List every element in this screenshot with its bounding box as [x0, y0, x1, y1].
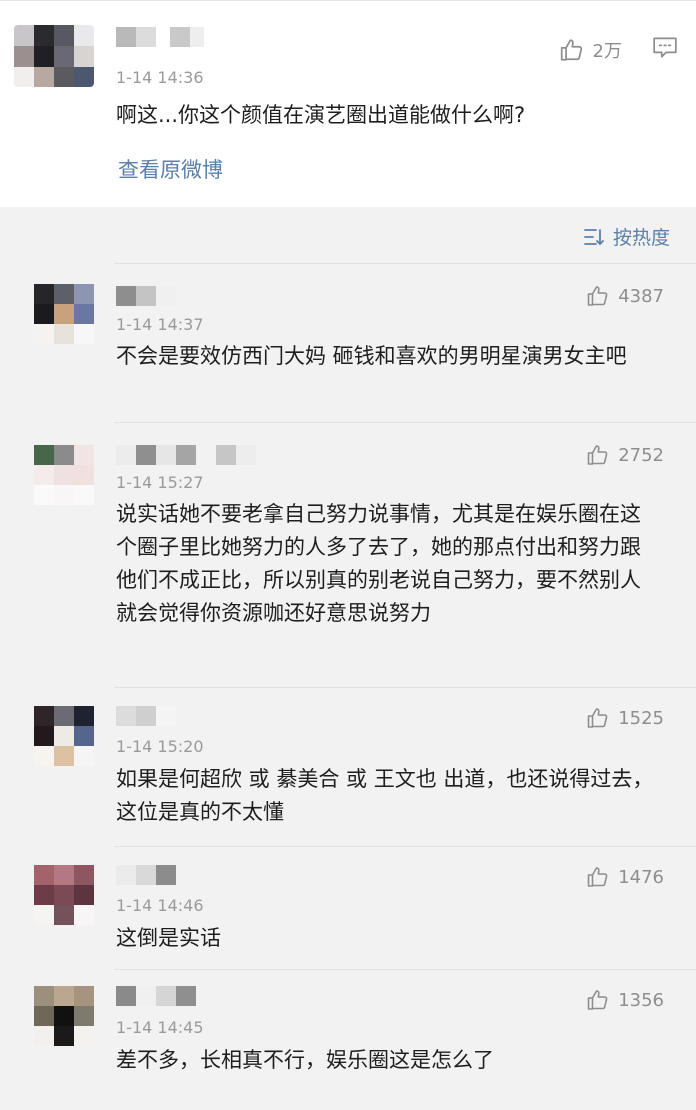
avatar[interactable] [34, 865, 94, 925]
avatar[interactable] [34, 445, 94, 505]
like-button[interactable]: 2752 [586, 443, 664, 467]
thumbs-up-icon [587, 867, 608, 887]
comment-item: 1525 1-14 15:20 如果是何超欣 或 綦美合 或 王文也 出道，也还… [34, 687, 696, 846]
thumbs-up-icon [560, 39, 582, 61]
avatar[interactable] [34, 986, 94, 1046]
sort-label: 按热度 [612, 227, 670, 249]
comment-text: 差不多，长相真不行，娱乐圈这是怎么了 [116, 1048, 494, 1072]
username[interactable] [116, 286, 176, 306]
sort-by-hot-button[interactable]: 按热度 [583, 223, 670, 250]
view-original-weibo-link[interactable]: 查看原微博 [118, 154, 223, 184]
avatar[interactable] [34, 706, 94, 766]
like-count: 1525 [618, 707, 664, 729]
like-count: 4387 [618, 285, 664, 307]
username[interactable] [116, 986, 196, 1006]
comment-item: 4387 1-14 14:37 不会是要效仿西门大妈 砸钱和喜欢的男明星演男女主… [34, 263, 696, 422]
sort-icon [584, 228, 604, 245]
post-text: 啊这...你这个颜值在演艺圈出道能做什么啊? [116, 103, 526, 127]
thumbs-up-icon [587, 990, 608, 1010]
comment-item: 1476 1-14 14:46 这倒是实话 [34, 846, 696, 969]
comment-button[interactable] [652, 35, 678, 63]
post-time: 1-14 14:36 [116, 68, 204, 87]
like-button[interactable]: 1525 [586, 706, 664, 730]
comment-item: 1356 1-14 14:45 差不多，长相真不行，娱乐圈这是怎么了 [34, 969, 696, 1110]
username[interactable] [116, 865, 176, 885]
avatar[interactable] [34, 284, 94, 344]
like-button[interactable]: 2万 [559, 37, 622, 63]
thumbs-up-icon [587, 708, 608, 728]
like-count: 1476 [618, 866, 664, 888]
avatar[interactable] [14, 25, 94, 87]
comment-time: 1-14 14:45 [116, 1018, 204, 1037]
username[interactable] [116, 706, 176, 726]
comment-text: 这倒是实话 [116, 926, 221, 950]
like-button[interactable]: 1476 [586, 865, 664, 889]
like-count: 1356 [618, 989, 664, 1011]
comment-bubble-icon [653, 37, 677, 58]
comment-text: 说实话她不要老拿自己努力说事情，尤其是在娱乐圈在这个圈子里比她努力的人多了去了，… [116, 502, 641, 625]
like-count: 2万 [592, 41, 622, 62]
username[interactable] [116, 445, 256, 465]
thumbs-up-icon [587, 445, 608, 465]
username[interactable] [116, 27, 204, 47]
like-count: 2752 [618, 444, 664, 466]
original-post-card: 1-14 14:36 2万 啊这...你这个颜值在演艺圈出道能做什么啊? 查看原… [0, 0, 696, 207]
sort-bar: 按热度 [0, 207, 696, 263]
comment-text: 不会是要效仿西门大妈 砸钱和喜欢的男明星演男女主吧 [116, 344, 627, 368]
comment-time: 1-14 14:46 [116, 896, 204, 915]
comment-time: 1-14 14:37 [116, 315, 204, 334]
like-button[interactable]: 4387 [586, 284, 664, 308]
comment-time: 1-14 15:20 [116, 737, 204, 756]
thumbs-up-icon [587, 286, 608, 306]
comment-text: 如果是何超欣 或 綦美合 或 王文也 出道，也还说得过去，这位是真的不太懂 [116, 767, 654, 824]
like-button[interactable]: 1356 [586, 988, 664, 1012]
comment-time: 1-14 15:27 [116, 473, 204, 492]
comment-item: 2752 1-14 15:27 说实话她不要老拿自己努力说事情，尤其是在娱乐圈在… [34, 422, 696, 687]
